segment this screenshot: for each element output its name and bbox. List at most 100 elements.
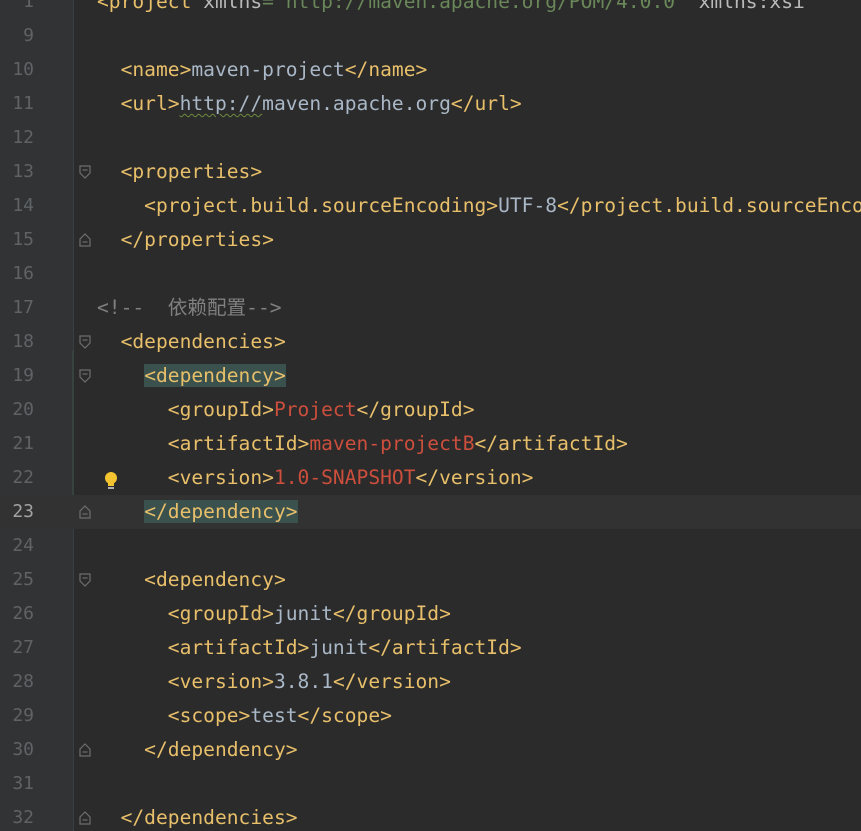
- fold-close-icon[interactable]: [79, 811, 91, 825]
- line-number[interactable]: 13: [0, 155, 34, 189]
- fold-close-icon[interactable]: [79, 743, 91, 757]
- code-text[interactable]: </dependency>: [97, 495, 298, 529]
- fold-close-icon[interactable]: [79, 505, 91, 519]
- code-line[interactable]: 11 <url>http://maven.apache.org</url>: [0, 87, 861, 121]
- code-text[interactable]: <dependency>: [97, 563, 286, 597]
- code-token: 3.8.1: [273, 670, 333, 693]
- code-text[interactable]: <groupId>junit</groupId>: [97, 597, 451, 631]
- line-number[interactable]: 30: [0, 733, 34, 767]
- line-number[interactable]: 14: [0, 189, 34, 223]
- code-line[interactable]: 13 <properties>: [0, 155, 861, 189]
- code-token: <groupId>: [97, 398, 274, 421]
- code-line[interactable]: 31: [0, 767, 861, 801]
- line-number[interactable]: 16: [0, 257, 34, 291]
- code-token: </dependency>: [144, 500, 298, 523]
- line-number[interactable]: 9: [0, 19, 34, 53]
- code-line[interactable]: 21 <artifactId>maven-projectB</artifactI…: [0, 427, 861, 461]
- fold-close-icon[interactable]: [79, 233, 91, 247]
- line-number[interactable]: 28: [0, 665, 34, 699]
- code-line[interactable]: 1 <project xmlns="http://maven.apache.org…: [0, 0, 861, 19]
- code-token: <artifactId>: [97, 432, 310, 455]
- code-line[interactable]: 26 <groupId>junit</groupId>: [0, 597, 861, 631]
- code-text[interactable]: <scope>test</scope>: [97, 699, 392, 733]
- code-line[interactable]: 10 <name>maven-project</name>: [0, 53, 861, 87]
- code-text[interactable]: <url>http://maven.apache.org</url>: [97, 87, 522, 121]
- code-text[interactable]: <!-- 依赖配置-->: [97, 291, 282, 325]
- line-number[interactable]: 15: [0, 223, 34, 257]
- code-token: <name>: [97, 58, 192, 81]
- code-token: test: [250, 704, 298, 727]
- line-number[interactable]: 20: [0, 393, 34, 427]
- code-token: http://: [179, 92, 263, 115]
- code-text[interactable]: <dependencies>: [97, 325, 286, 359]
- code-token: <artifactId>: [97, 636, 310, 659]
- line-number[interactable]: 17: [0, 291, 34, 325]
- line-number[interactable]: 27: [0, 631, 34, 665]
- code-text[interactable]: </properties>: [97, 223, 274, 257]
- code-line[interactable]: 15 </properties>: [0, 223, 861, 257]
- code-line[interactable]: 16: [0, 257, 861, 291]
- code-text[interactable]: <artifactId>junit</artifactId>: [97, 631, 522, 665]
- code-line[interactable]: 24: [0, 529, 861, 563]
- code-text[interactable]: </dependency>: [97, 733, 297, 767]
- code-token: <url>: [97, 92, 180, 115]
- code-token: Project: [273, 398, 357, 421]
- code-line[interactable]: 30 </dependency>: [0, 733, 861, 767]
- code-text[interactable]: <groupId>Project</groupId>: [97, 393, 475, 427]
- code-line[interactable]: 9: [0, 19, 861, 53]
- code-text[interactable]: <project xmlns="http://maven.apache.org/…: [97, 0, 805, 19]
- code-token: <scope>: [97, 704, 251, 727]
- code-text[interactable]: <dependency>: [97, 359, 286, 393]
- code-line[interactable]: 18 <dependencies>: [0, 325, 861, 359]
- code-line[interactable]: 25 <dependency>: [0, 563, 861, 597]
- code-line[interactable]: 12: [0, 121, 861, 155]
- line-number[interactable]: 29: [0, 699, 34, 733]
- line-number[interactable]: 18: [0, 325, 34, 359]
- line-number[interactable]: 26: [0, 597, 34, 631]
- code-token: <project.build.sourceEncoding>: [97, 194, 499, 217]
- line-number[interactable]: 32: [0, 801, 34, 831]
- code-token: <dependency>: [97, 568, 286, 591]
- code-line[interactable]: 19 <dependency>: [0, 359, 861, 393]
- code-editor[interactable]: 1 <project xmlns="http://maven.apache.org…: [0, 0, 861, 831]
- line-number[interactable]: 1: [0, 0, 34, 19]
- code-line[interactable]: 22 <version>1.0-SNAPSHOT</version>: [0, 461, 861, 495]
- code-text[interactable]: </dependencies>: [97, 801, 298, 831]
- line-number[interactable]: 19: [0, 359, 34, 393]
- line-number[interactable]: 24: [0, 529, 34, 563]
- line-number[interactable]: 31: [0, 767, 34, 801]
- fold-open-icon[interactable]: [79, 573, 91, 587]
- fold-open-icon[interactable]: [79, 335, 91, 349]
- line-number[interactable]: 12: [0, 121, 34, 155]
- code-line[interactable]: 20 <groupId>Project</groupId>: [0, 393, 861, 427]
- code-line[interactable]: 29 <scope>test</scope>: [0, 699, 861, 733]
- line-number[interactable]: 11: [0, 87, 34, 121]
- code-line[interactable]: 32 </dependencies>: [0, 801, 861, 831]
- line-number[interactable]: 25: [0, 563, 34, 597]
- code-text[interactable]: <version>3.8.1</version>: [97, 665, 451, 699]
- code-line[interactable]: 17 <!-- 依赖配置-->: [0, 291, 861, 325]
- code-token: </version>: [332, 670, 451, 693]
- code-line[interactable]: 14 <project.build.sourceEncoding>UTF-8</…: [0, 189, 861, 223]
- code-text[interactable]: <project.build.sourceEncoding>UTF-8</pro…: [97, 189, 861, 223]
- code-text[interactable]: <name>maven-project</name>: [97, 53, 428, 87]
- code-token: junit: [273, 602, 333, 625]
- code-token: <!-- 依赖配置-->: [97, 296, 282, 319]
- line-number[interactable]: 23: [0, 495, 34, 529]
- fold-open-icon[interactable]: [79, 165, 91, 179]
- code-text[interactable]: <version>1.0-SNAPSHOT</version>: [97, 461, 534, 495]
- fold-open-icon[interactable]: [79, 369, 91, 383]
- code-text[interactable]: <properties>: [97, 155, 263, 189]
- code-token: junit: [309, 636, 369, 659]
- code-line[interactable]: 23 </dependency>: [0, 495, 861, 529]
- code-token: ="http://maven.apache.org/POM/4.0.0": [262, 0, 699, 13]
- code-line[interactable]: 28 <version>3.8.1</version>: [0, 665, 861, 699]
- code-text[interactable]: <artifactId>maven-projectB</artifactId>: [97, 427, 628, 461]
- code-token: </properties>: [97, 228, 274, 251]
- line-number[interactable]: 10: [0, 53, 34, 87]
- code-line[interactable]: 27 <artifactId>junit</artifactId>: [0, 631, 861, 665]
- line-number[interactable]: 22: [0, 461, 34, 495]
- code-token: maven.apache.org: [262, 92, 451, 115]
- code-token: <version>: [97, 466, 274, 489]
- line-number[interactable]: 21: [0, 427, 34, 461]
